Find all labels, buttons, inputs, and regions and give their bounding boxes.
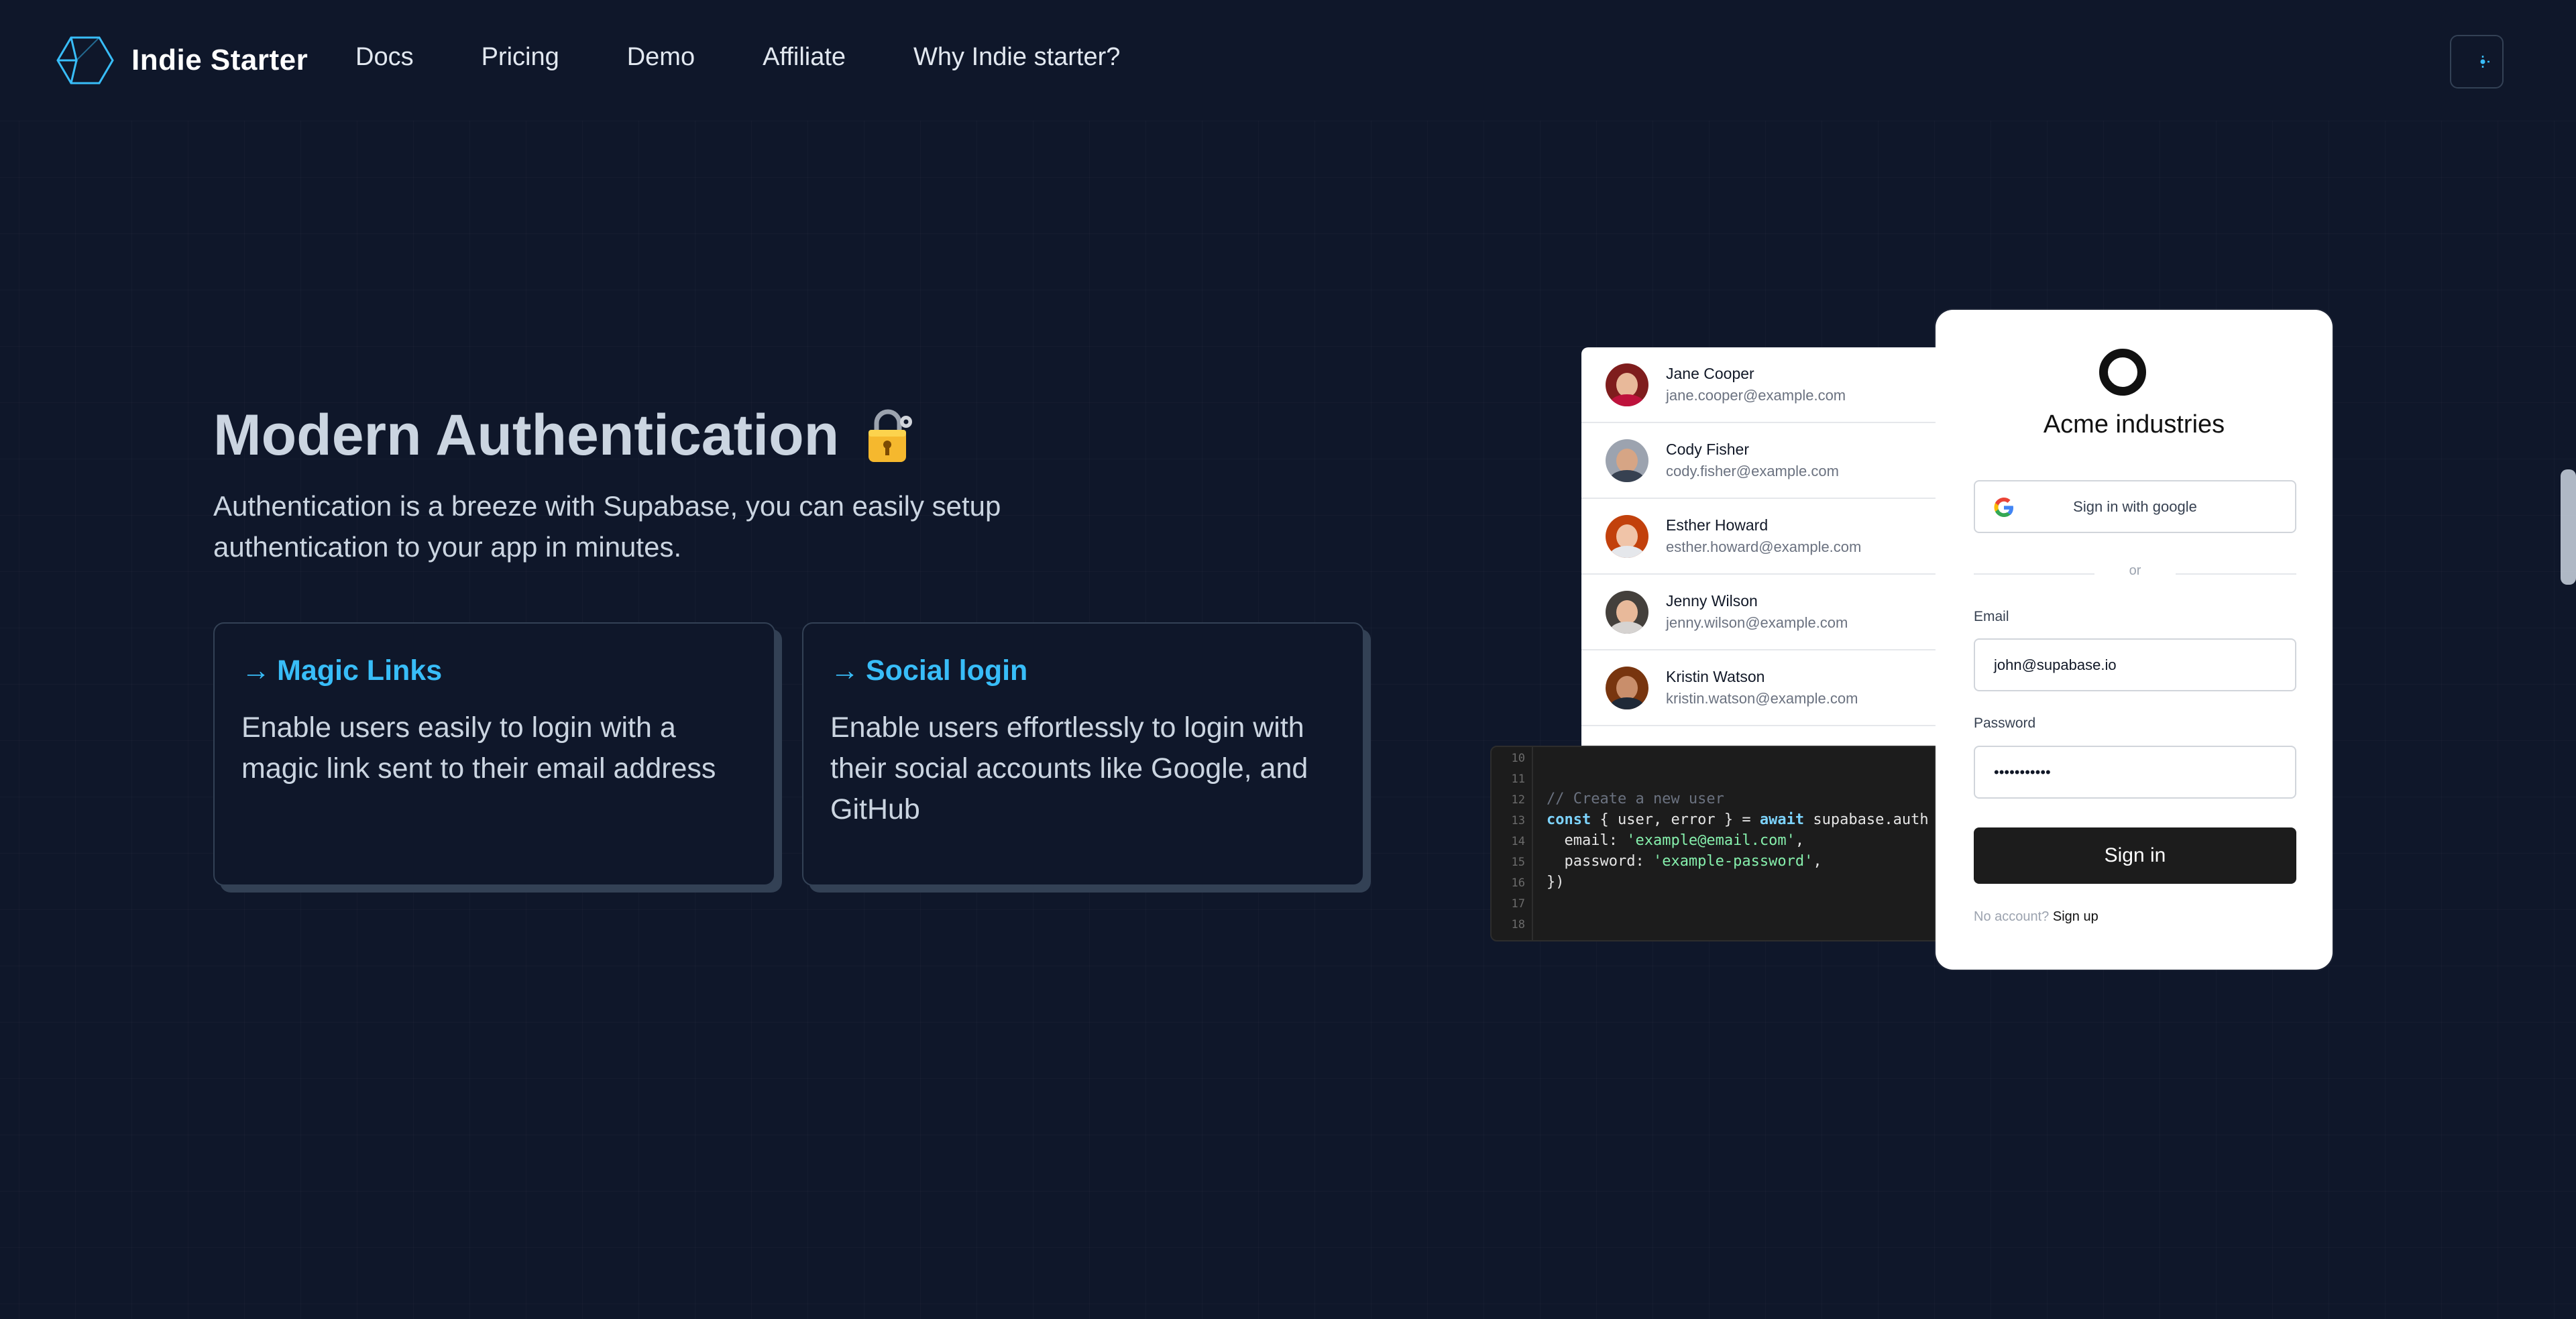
arrow-right-icon: → xyxy=(830,654,859,687)
code-token: , xyxy=(1795,832,1805,849)
nav-demo[interactable]: Demo xyxy=(627,43,695,72)
code-text: }) xyxy=(1547,874,1565,891)
brand-name: Indie Starter xyxy=(131,44,309,76)
code-token: { user, error } = xyxy=(1591,811,1760,828)
user-name: Esther Howard xyxy=(1666,516,1769,534)
cube-icon xyxy=(56,36,114,84)
line-number: 11 xyxy=(1511,772,1525,786)
nav-pricing[interactable]: Pricing xyxy=(482,43,559,72)
line-number: 14 xyxy=(1511,835,1525,848)
page-scrollbar[interactable] xyxy=(2561,469,2576,585)
list-item: Jane Cooper jane.cooper@example.com xyxy=(1581,347,1957,423)
login-card-illustration: Acme industries Sign in with google or E… xyxy=(1936,310,2333,970)
user-name: Cody Fisher xyxy=(1666,441,1749,458)
user-name: Jane Cooper xyxy=(1666,365,1754,382)
user-email: cody.fisher@example.com xyxy=(1666,463,1839,479)
user-name: Kristin Watson xyxy=(1666,668,1765,685)
feature-title: → Magic Links xyxy=(241,654,747,687)
code-snippet: 10 11 12 // Create a new user 13 const { u… xyxy=(1490,746,1957,941)
avatar xyxy=(1606,590,1648,634)
password-field[interactable]: ••••••••••• xyxy=(1974,746,2296,799)
avatar xyxy=(1606,363,1648,406)
signup-prompt: No account? Sign up xyxy=(1974,909,2098,925)
divider-label: or xyxy=(2129,563,2141,578)
theme-toggle-button[interactable] xyxy=(2450,35,2504,89)
feature-title-text: Magic Links xyxy=(277,654,443,687)
code-keyword: await xyxy=(1759,811,1805,828)
google-icon xyxy=(1994,498,2013,517)
line-number: 10 xyxy=(1511,752,1525,765)
user-email: esther.howard@example.com xyxy=(1666,538,1862,555)
email-field[interactable]: john@supabase.io xyxy=(1974,638,2296,691)
hero-title-text: Modern Authentication xyxy=(213,403,840,467)
arrow-right-icon: → xyxy=(241,654,270,687)
code-comment: // Create a new user xyxy=(1547,791,1724,807)
line-number: 13 xyxy=(1511,814,1525,827)
feature-description: Enable users easily to login with a magi… xyxy=(241,711,716,785)
list-item: Kristin Watson kristin.watson@example.com xyxy=(1581,650,1957,726)
company-name: Acme industries xyxy=(2043,410,2225,439)
feature-card-social-login: → Social login Enable users effortlessly… xyxy=(802,622,1364,886)
hero-subtitle: Authentication is a breeze with Supabase… xyxy=(213,490,1001,563)
list-item: Cody Fisher cody.fisher@example.com xyxy=(1581,423,1957,499)
user-email: jenny.wilson@example.com xyxy=(1666,614,1848,631)
code-keyword: const xyxy=(1547,811,1591,828)
feature-card-magic-links: → Magic Links Enable users easily to log… xyxy=(213,622,775,886)
main-nav: Docs Pricing Demo Affiliate Why Indie st… xyxy=(355,43,1188,72)
email-label: Email xyxy=(1974,609,2009,624)
code-text: const { user, error } = await supabase.a… xyxy=(1547,809,1929,830)
code-string: 'example@email.com' xyxy=(1626,832,1795,849)
moon-sun-icon xyxy=(2469,52,2489,71)
user-list-illustration: Jane Cooper jane.cooper@example.com Cody … xyxy=(1581,347,1957,746)
line-number: 19 xyxy=(1492,935,1525,940)
line-number: 12 xyxy=(1511,793,1525,807)
line-number: 18 xyxy=(1511,918,1525,931)
code-text: password: 'example-password', xyxy=(1547,851,1822,872)
line-number: 16 xyxy=(1511,876,1525,890)
code-token: password: xyxy=(1547,853,1653,870)
code-string: 'example-password' xyxy=(1653,853,1813,870)
avatar xyxy=(1606,439,1648,482)
user-name: Jenny Wilson xyxy=(1666,592,1758,610)
feature-description: Enable users effortlessly to login with … xyxy=(830,711,1308,825)
google-signin-button[interactable]: Sign in with google xyxy=(1974,480,2296,533)
user-email: kristin.watson@example.com xyxy=(1666,690,1858,707)
line-number: 17 xyxy=(1511,897,1525,911)
line-number: 15 xyxy=(1511,856,1525,869)
nav-affiliate[interactable]: Affiliate xyxy=(763,43,846,72)
or-divider: or xyxy=(1974,563,2296,583)
feature-title: → Social login xyxy=(830,654,1336,687)
site-header: Indie Starter Docs Pricing Demo Affiliat… xyxy=(0,0,2576,121)
code-token: email: xyxy=(1547,832,1627,849)
list-item: Jenny Wilson jenny.wilson@example.com xyxy=(1581,575,1957,650)
code-token: supabase.auth xyxy=(1804,811,1929,828)
brand-logo[interactable]: Indie Starter xyxy=(56,35,308,86)
user-email: jane.cooper@example.com xyxy=(1666,387,1846,404)
nav-docs[interactable]: Docs xyxy=(355,43,414,72)
code-token: , xyxy=(1813,853,1822,870)
sign-up-link[interactable]: Sign up xyxy=(2053,909,2098,924)
nav-why-indie-starter[interactable]: Why Indie starter? xyxy=(913,43,1120,72)
list-item: Esther Howard esther.howard@example.com xyxy=(1581,499,1957,575)
lock-key-icon xyxy=(869,409,913,462)
avatar xyxy=(1606,666,1648,709)
password-label: Password xyxy=(1974,715,2036,731)
code-text: email: 'example@email.com', xyxy=(1547,830,1804,851)
hero-title: Modern Authentication xyxy=(213,402,915,469)
avatar xyxy=(1606,514,1648,558)
no-account-text: No account? xyxy=(1974,909,2050,924)
feature-title-text: Social login xyxy=(866,654,1028,687)
google-button-label: Sign in with google xyxy=(2073,498,2197,515)
sign-in-button[interactable]: Sign in xyxy=(1974,827,2296,884)
company-logo-icon xyxy=(2099,349,2146,396)
